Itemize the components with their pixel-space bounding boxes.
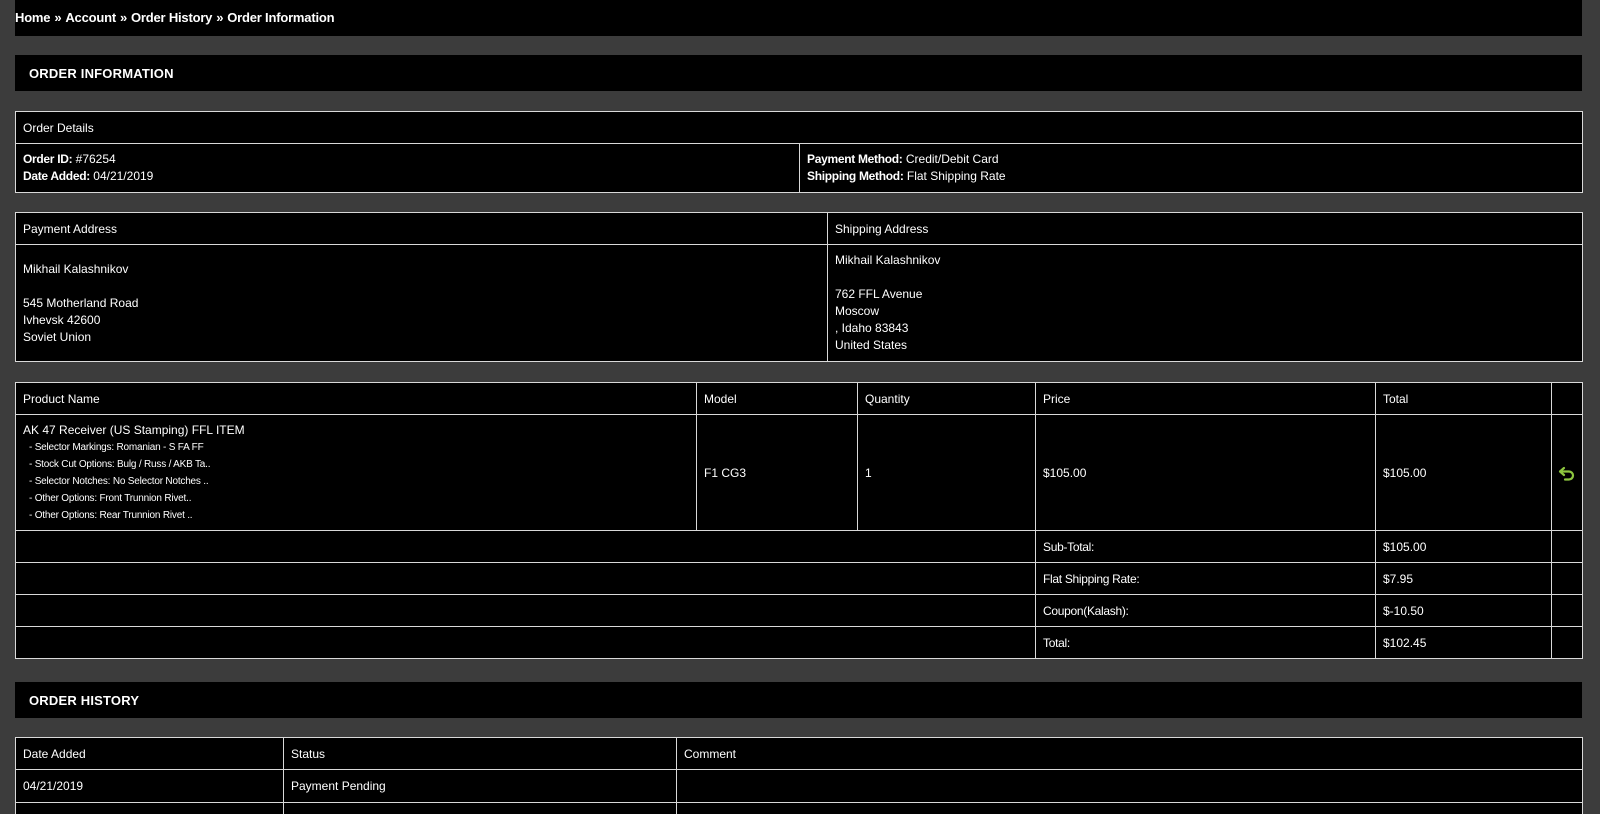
breadcrumb-separator: » <box>216 10 224 25</box>
coupon-value: $-10.50 <box>1375 594 1552 627</box>
breadcrumb-account[interactable]: Account <box>65 10 116 25</box>
table-row: AK 47 Receiver (US Stamping) FFL ITEM - … <box>15 414 1583 531</box>
totals-row: Sub-Total: $105.00 <box>15 530 1583 563</box>
address-table: Payment Address Shipping Address Mikhail… <box>15 212 1583 362</box>
shipping-rate-label: Flat Shipping Rate: <box>1035 562 1376 595</box>
column-status: Status <box>283 737 677 770</box>
order-history-table: Date Added Status Comment 04/21/2019 Pay… <box>15 737 1583 814</box>
address-line: Mikhail Kalashnikov <box>835 253 941 267</box>
product-model: F1 CG3 <box>696 414 858 531</box>
column-quantity: Quantity <box>857 382 1036 415</box>
product-total: $105.00 <box>1375 414 1552 531</box>
address-line: Ivhevsk 42600 <box>23 312 101 327</box>
totals-row: Total: $102.45 <box>15 626 1583 659</box>
column-price: Price <box>1035 382 1376 415</box>
table-row: 04/21/2019 Payment Pending <box>15 769 1583 803</box>
address-line: , Idaho 83843 <box>835 321 909 335</box>
order-info-page: Home» Account» Order History» Order Informa… <box>0 0 1600 814</box>
breadcrumb: Home» Account» Order History» Order Informa… <box>15 0 1582 36</box>
coupon-label: Coupon(Kalash): <box>1035 594 1376 627</box>
grand-total-value: $102.45 <box>1375 626 1552 659</box>
address-line: Moscow <box>835 304 880 318</box>
breadcrumb-separator: » <box>119 10 127 25</box>
shipping-address-header: Shipping Address <box>827 212 1583 245</box>
breadcrumb-home[interactable]: Home <box>15 10 51 25</box>
payment-method-label: Payment Method: <box>807 152 903 166</box>
grand-total-label: Total: <box>1035 626 1376 659</box>
address-line: 545 Motherland Road <box>23 295 139 310</box>
order-information-heading: ORDER INFORMATION <box>15 55 1582 91</box>
coupon-label-suffix: ): <box>1121 603 1129 618</box>
history-status: Payment Pending <box>283 769 677 803</box>
subtotal-label: Sub-Total: <box>1035 530 1376 563</box>
product-option: - Selector Notches: No Selector Notches … <box>29 475 209 487</box>
history-date: 04/21/2019 <box>15 769 284 803</box>
return-icon[interactable] <box>1558 465 1576 481</box>
address-line: 762 FFL Avenue <box>835 287 923 301</box>
totals-row: Flat Shipping Rate: $7.95 <box>15 562 1583 595</box>
shipping-method-label: Shipping Method: <box>807 169 904 183</box>
product-option: - Selector Markings: Romanian - S FA FF <box>29 441 204 453</box>
order-id-label: Order ID: <box>23 152 73 166</box>
shipping-address: Mikhail Kalashnikov 762 FFL Avenue Mosco… <box>827 244 1583 362</box>
product-name: AK 47 Receiver (US Stamping) FFL ITEM <box>23 422 245 437</box>
coupon-label-prefix: Coupon( <box>1043 603 1087 618</box>
order-details-header: Order Details <box>15 111 1583 144</box>
order-history-heading: ORDER HISTORY <box>15 682 1582 718</box>
column-product-name: Product Name <box>15 382 697 415</box>
subtotal-value: $105.00 <box>1375 530 1552 563</box>
product-option: - Stock Cut Options: Bulg / Russ / AKB T… <box>29 458 211 470</box>
shipping-rate-value: $7.95 <box>1375 562 1552 595</box>
payment-address: Mikhail Kalashnikov 545 Motherland Road … <box>15 244 828 362</box>
column-comment: Comment <box>676 737 1583 770</box>
order-method-cell: Payment Method: Credit/Debit Card Shippi… <box>799 143 1583 193</box>
payment-address-header: Payment Address <box>15 212 828 245</box>
product-option: - Other Options: Rear Trunnion Rivet .. <box>29 509 193 521</box>
date-added-value: 04/21/2019 <box>93 169 154 183</box>
address-line: Soviet Union <box>23 329 92 344</box>
product-option: - Other Options: Front Trunnion Rivet.. <box>29 492 192 504</box>
column-model: Model <box>696 382 858 415</box>
address-line: Mikhail Kalashnikov <box>23 261 129 276</box>
column-date-added: Date Added <box>15 737 284 770</box>
product-quantity: 1 <box>857 414 1036 531</box>
coupon-code: Kalash <box>1086 603 1122 618</box>
table-row <box>15 802 1583 814</box>
breadcrumb-order-information[interactable]: Order Information <box>227 10 334 25</box>
date-added-label: Date Added: <box>23 169 90 183</box>
totals-row: Coupon(Kalash): $-10.50 <box>15 594 1583 627</box>
product-name-cell: AK 47 Receiver (US Stamping) FFL ITEM - … <box>15 414 697 531</box>
order-id-value: #76254 <box>75 152 116 166</box>
column-action <box>1551 382 1583 415</box>
breadcrumb-separator: » <box>54 10 62 25</box>
address-line <box>835 269 1575 286</box>
breadcrumb-order-history[interactable]: Order History <box>131 10 212 25</box>
address-line <box>23 278 820 295</box>
order-details-table: Order Details Order ID: #76254 Date Adde… <box>15 111 1583 193</box>
products-table: Product Name Model Quantity Price Total … <box>15 382 1583 659</box>
address-line: United States <box>835 338 908 352</box>
product-price: $105.00 <box>1035 414 1376 531</box>
return-cell <box>1551 414 1583 531</box>
column-total: Total <box>1375 382 1552 415</box>
shipping-method-value: Flat Shipping Rate <box>906 169 1006 183</box>
history-comment <box>676 769 1583 803</box>
payment-method-value: Credit/Debit Card <box>905 152 999 166</box>
order-meta-cell: Order ID: #76254 Date Added: 04/21/2019 <box>15 143 800 193</box>
